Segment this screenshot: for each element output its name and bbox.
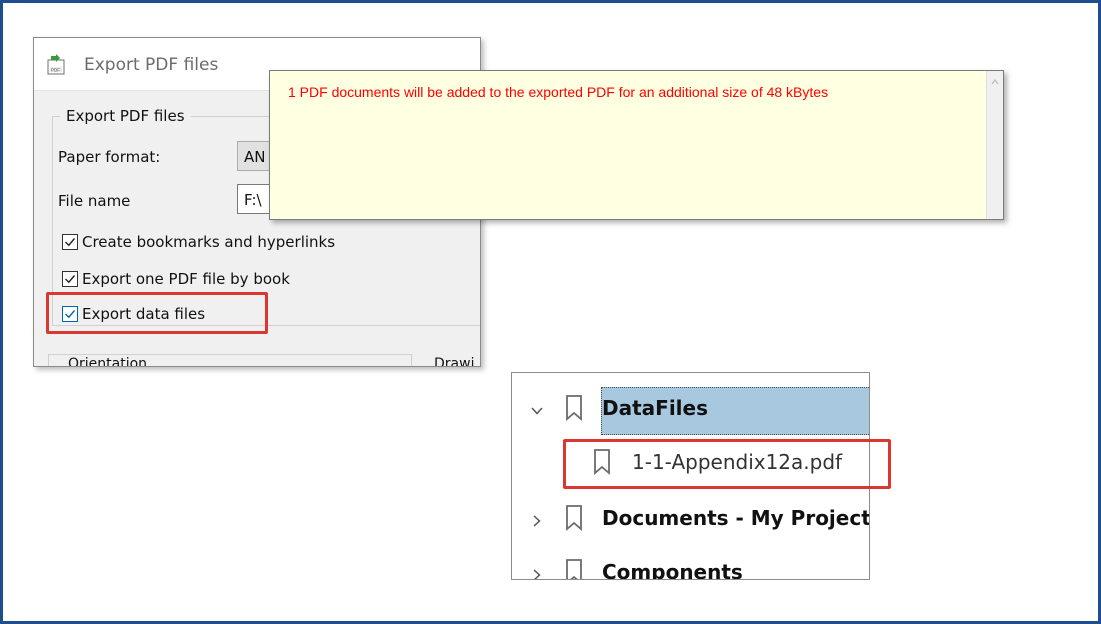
bookmark-icon	[566, 395, 582, 421]
svg-text:PDF: PDF	[51, 68, 60, 73]
file-name-label: File name	[58, 192, 131, 210]
bookmark-icon	[566, 559, 582, 579]
drawing-label: Drawi	[430, 356, 479, 366]
highlight-appendix-pdf	[563, 439, 891, 489]
checkbox-label: Export one PDF file by book	[82, 270, 290, 288]
group-title: Export PDF files	[60, 107, 191, 125]
paper-format-label: Paper format:	[58, 148, 161, 166]
create-bookmarks-checkbox[interactable]: Create bookmarks and hyperlinks	[62, 231, 335, 253]
message-popup: 1 PDF documents will be added to the exp…	[269, 70, 1004, 220]
checkbox-box[interactable]	[62, 234, 78, 250]
chevron-down-icon[interactable]	[530, 404, 544, 418]
bookmark-icon	[566, 505, 582, 531]
tree-item-label: Components	[602, 560, 743, 580]
dialog-title: Export PDF files	[84, 55, 219, 75]
checkmark-icon	[65, 238, 76, 247]
orientation-label: Orientation	[64, 356, 152, 366]
checkbox-label: Create bookmarks and hyperlinks	[82, 233, 336, 251]
chevron-right-icon[interactable]	[530, 568, 544, 580]
checkbox-box[interactable]	[62, 271, 78, 287]
tree-item-datafiles[interactable]: DataFiles	[512, 393, 869, 429]
popup-message: 1 PDF documents will be added to the exp…	[288, 84, 829, 100]
tree-item-components[interactable]: Components	[512, 557, 869, 580]
tree-item-label: DataFiles	[602, 396, 708, 420]
tree-item-label: Documents - My Project	[602, 506, 870, 530]
checkmark-icon	[65, 275, 76, 284]
tree-item-documents[interactable]: Documents - My Project	[512, 503, 869, 539]
highlight-export-data-files	[46, 292, 268, 334]
chevron-right-icon[interactable]	[530, 514, 544, 528]
export-one-pdf-checkbox[interactable]: Export one PDF file by book	[62, 268, 290, 290]
popup-scrollbar[interactable]	[986, 71, 1003, 219]
pdf-export-icon: PDF	[47, 54, 65, 75]
scroll-up-arrow-icon[interactable]	[990, 77, 1000, 87]
